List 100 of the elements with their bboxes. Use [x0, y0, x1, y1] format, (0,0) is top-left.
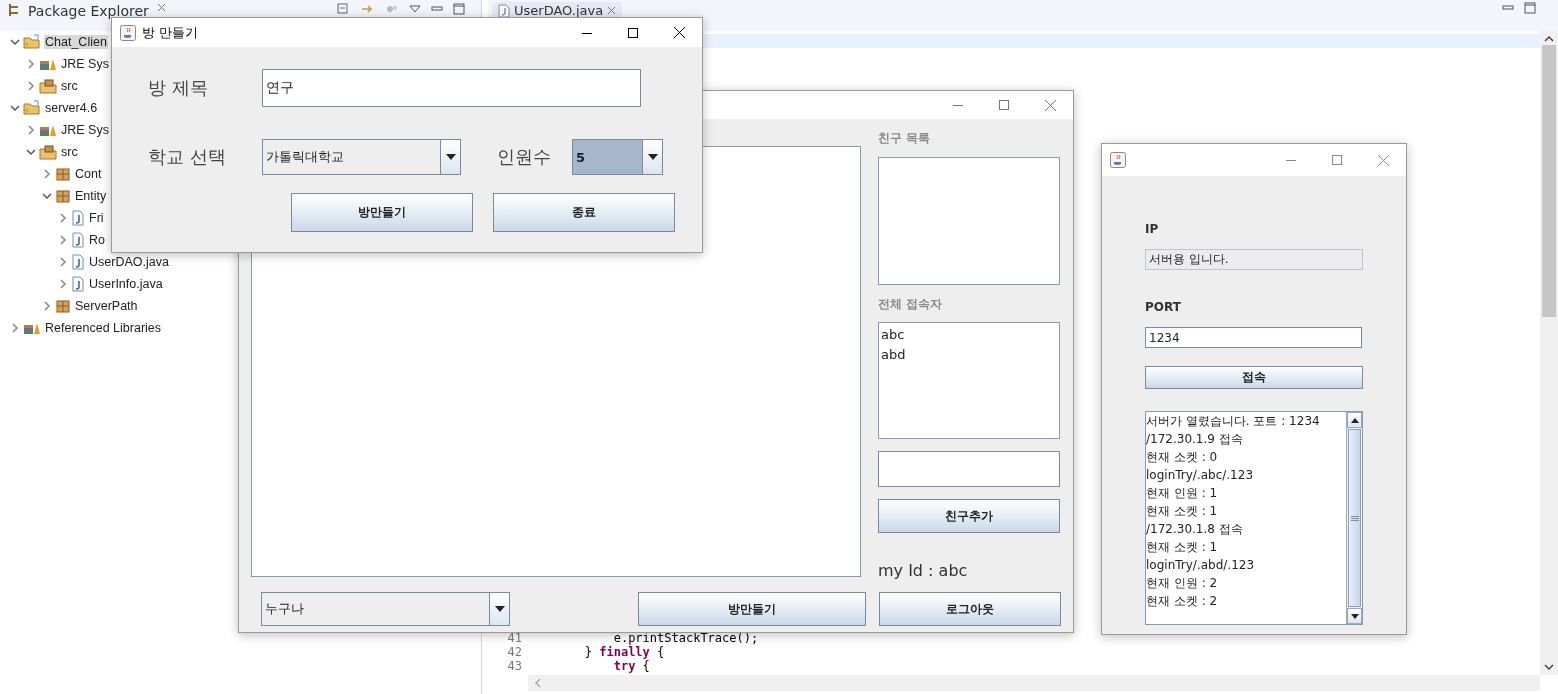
- tree-item[interactable]: Fri: [88, 211, 105, 225]
- dropdown[interactable]: 누구나: [261, 592, 510, 626]
- close-button[interactable]: 종료: [493, 193, 675, 232]
- grip-icon: [1350, 515, 1359, 521]
- chevron-right-icon[interactable]: [26, 125, 36, 135]
- dropdown-arrow-icon: [647, 154, 658, 160]
- chevron-right-icon[interactable]: [58, 235, 68, 245]
- tree-item[interactable]: Ro: [88, 233, 106, 247]
- field-label: 인원수: [497, 145, 552, 169]
- log-line: 현재 인원 : 1: [1146, 485, 1219, 502]
- line-number: 41: [506, 631, 522, 645]
- chevron-right-icon[interactable]: [10, 323, 20, 333]
- up-arrow-icon: [1350, 417, 1359, 423]
- scroll-thumb[interactable]: [1542, 45, 1556, 317]
- chevron-right-icon[interactable]: [42, 169, 52, 179]
- chevron-down-icon[interactable]: [26, 147, 36, 157]
- user-list[interactable]: abc abd: [878, 322, 1060, 439]
- code-line: try {: [612, 659, 650, 673]
- tree-item[interactable]: Entity: [74, 189, 108, 203]
- logout-button[interactable]: 로그아웃: [879, 592, 1061, 626]
- window-title: 방 만들기: [142, 23, 199, 42]
- tree-item[interactable]: Referenced Libraries: [44, 321, 163, 335]
- folder-icon: [23, 34, 41, 50]
- log-line: 현재 인원 : 2: [1146, 575, 1219, 592]
- package-icon: [55, 166, 71, 182]
- code-line: } finally {: [583, 645, 665, 659]
- code-line: e.printStackTrace();: [612, 631, 759, 645]
- dropdown[interactable]: 가톨릭대학교: [262, 139, 461, 175]
- log-line: /172.30.1.9 접속: [1146, 431, 1244, 448]
- view-menu-icon[interactable]: [409, 3, 421, 15]
- dropdown[interactable]: 5: [572, 139, 663, 175]
- friend-input-field[interactable]: [878, 451, 1060, 487]
- package-icon: [55, 298, 71, 314]
- add-friend-button[interactable]: 친구추가: [878, 499, 1060, 533]
- chevron-right-icon[interactable]: [26, 59, 36, 69]
- down-arrow-icon: [1350, 613, 1359, 619]
- view-title: Package Explorer: [28, 3, 149, 19]
- line-number: 42: [506, 645, 522, 659]
- hierarchy-icon: [8, 3, 20, 17]
- field-label: PORT: [1145, 300, 1182, 316]
- tree-item[interactable]: UserInfo.java: [88, 277, 164, 291]
- chevron-down-icon[interactable]: [10, 37, 20, 47]
- chevron-right-icon[interactable]: [42, 301, 52, 311]
- java-file-icon: [71, 254, 85, 270]
- connect-button[interactable]: 접속: [1145, 366, 1363, 389]
- maximize-icon[interactable]: [628, 27, 638, 38]
- tree-item[interactable]: Chat_Clien: [44, 35, 108, 49]
- list-item[interactable]: abc: [881, 325, 1057, 345]
- java-file-icon: [71, 232, 85, 248]
- tree-item[interactable]: server4.6: [44, 101, 99, 115]
- log-line: loginTry/.abd/.123: [1146, 557, 1256, 574]
- log-line: 현재 소켓 : 1: [1146, 503, 1219, 520]
- log-line: loginTry/.abc/.123: [1146, 467, 1255, 484]
- dropdown-arrow-icon: [494, 606, 505, 612]
- create-room-button[interactable]: 방만들기: [291, 193, 473, 232]
- log-area[interactable]: 서버가 열렸습니다. 포트 : 1234 /172.30.1.9 접속 현재 소켓 : 0 loginTry/.abc/.123 현재 인원 : 1 현재 소켓 : 1 /172.30.1.8 접속 현재 소켓 : 1 loginTry/.abd/.123 현재 인원 : 2 현재 소켓 : 2: [1145, 411, 1363, 625]
- line-number: 43: [506, 659, 522, 673]
- tree-item[interactable]: ServerPath: [74, 299, 139, 313]
- user-id-label: my Id : abc: [878, 561, 969, 581]
- scroll-thumb[interactable]: [1348, 429, 1361, 607]
- tree-item[interactable]: UserDAO.java: [88, 255, 170, 269]
- vertical-scrollbar[interactable]: [1540, 31, 1558, 675]
- dropdown-arrow-icon: [445, 154, 456, 160]
- folder-icon: [23, 100, 41, 116]
- tree-item[interactable]: src: [60, 79, 79, 93]
- package-folder-icon: [39, 144, 57, 160]
- friend-list[interactable]: [878, 157, 1060, 285]
- section-label: 친구 목록: [878, 130, 932, 147]
- chevron-down-icon[interactable]: [10, 103, 20, 113]
- log-line: 현재 소켓 : 1: [1146, 539, 1219, 556]
- field-label: 학교 선택: [148, 145, 227, 169]
- section-label: 전체 접속자: [878, 296, 944, 313]
- tree-item[interactable]: src: [60, 145, 79, 159]
- close-icon[interactable]: [673, 27, 685, 38]
- tree-item[interactable]: JRE Sys: [60, 123, 110, 137]
- scroll-up-button[interactable]: [1347, 412, 1362, 428]
- log-line: 현재 소켓 : 2: [1146, 593, 1219, 610]
- room-name-field[interactable]: 연구: [262, 69, 641, 107]
- field-label: 방 제목: [148, 76, 209, 100]
- create-room-button[interactable]: 방만들기: [638, 592, 866, 626]
- ip-field[interactable]: 서버용 입니다.: [1145, 249, 1363, 270]
- chevron-right-icon[interactable]: [58, 213, 68, 223]
- list-item[interactable]: abd: [881, 345, 1057, 365]
- tree-item[interactable]: Cont: [74, 167, 103, 181]
- chevron-down-icon[interactable]: [42, 191, 52, 201]
- horizontal-scrollbar[interactable]: [528, 675, 1540, 691]
- chevron-right-icon[interactable]: [58, 257, 68, 267]
- scroll-down-button[interactable]: [1347, 608, 1362, 624]
- tree-item[interactable]: JRE Sys: [60, 57, 110, 71]
- log-line: 서버가 열렸습니다. 포트 : 1234: [1146, 413, 1321, 430]
- collapse-all-icon[interactable]: [337, 3, 351, 15]
- java-file-icon: [71, 210, 85, 226]
- port-field[interactable]: 1234: [1145, 327, 1362, 348]
- chevron-right-icon[interactable]: [58, 279, 68, 289]
- cup-icon: [120, 24, 136, 41]
- log-line: 현재 소켓 : 0: [1146, 449, 1219, 466]
- chevron-right-icon[interactable]: [26, 81, 36, 91]
- cup-icon: [1110, 152, 1126, 168]
- log-line: /172.30.1.8 접속: [1146, 521, 1244, 538]
- package-icon: [55, 188, 71, 204]
